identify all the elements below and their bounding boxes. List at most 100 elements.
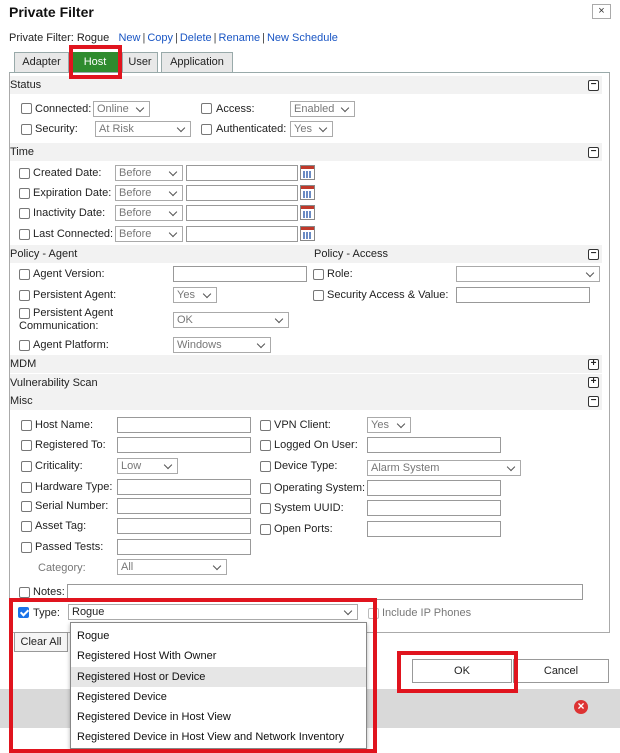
collapse-icon[interactable]: − <box>588 396 599 407</box>
device-type-label: Device Type: <box>274 460 338 472</box>
agent-communication-select[interactable]: OK <box>173 312 289 328</box>
agent-communication-label-2: Communication: <box>19 320 99 332</box>
created-date-input[interactable] <box>186 165 298 181</box>
role-checkbox[interactable] <box>313 269 324 280</box>
collapse-icon[interactable]: − <box>588 147 599 158</box>
open-ports-input[interactable] <box>367 521 501 537</box>
host-name-checkbox[interactable] <box>21 420 32 431</box>
inactivity-date-op[interactable]: Before <box>115 205 183 221</box>
created-date-checkbox[interactable] <box>19 168 30 179</box>
category-select[interactable]: All <box>117 559 227 575</box>
persistent-agent-checkbox[interactable] <box>19 290 30 301</box>
serial-number-input[interactable] <box>117 498 251 514</box>
created-date-op[interactable]: Before <box>115 165 183 181</box>
section-title: Misc <box>10 395 33 407</box>
inactivity-date-label: Inactivity Date: <box>33 207 106 219</box>
calendar-icon[interactable] <box>300 185 315 200</box>
collapse-icon[interactable]: − <box>588 80 599 91</box>
section-misc[interactable]: Misc <box>10 392 602 410</box>
asset-tag-input[interactable] <box>117 518 251 534</box>
authenticated-checkbox[interactable] <box>201 124 212 135</box>
section-vulnerability-scan[interactable]: Vulnerability Scan <box>10 374 602 392</box>
registered-to-checkbox[interactable] <box>21 440 32 451</box>
agent-version-checkbox[interactable] <box>19 269 30 280</box>
role-select[interactable] <box>456 266 600 282</box>
expiration-date-checkbox[interactable] <box>19 188 30 199</box>
connected-checkbox[interactable] <box>21 103 32 114</box>
vpn-client-label: VPN Client: <box>274 419 331 431</box>
operating-system-input[interactable] <box>367 480 501 496</box>
expiration-date-op[interactable]: Before <box>115 185 183 201</box>
connected-select[interactable]: Online <box>93 101 150 117</box>
section-time[interactable]: Time <box>10 143 602 161</box>
agent-version-input[interactable] <box>173 266 307 282</box>
security-select[interactable]: At Risk <box>95 121 191 137</box>
last-connected-op[interactable]: Before <box>115 226 183 242</box>
host-name-label: Host Name: <box>35 419 94 431</box>
close-icon[interactable]: × <box>592 4 611 19</box>
authenticated-select[interactable]: Yes <box>290 121 333 137</box>
vpn-client-checkbox[interactable] <box>260 420 271 431</box>
serial-number-checkbox[interactable] <box>21 501 32 512</box>
calendar-icon[interactable] <box>300 226 315 241</box>
highlight-box-host-tab <box>69 45 122 79</box>
open-ports-checkbox[interactable] <box>260 524 271 535</box>
logged-on-user-input[interactable] <box>367 437 501 453</box>
notes-checkbox[interactable] <box>19 587 30 598</box>
criticality-checkbox[interactable] <box>21 461 32 472</box>
operating-system-checkbox[interactable] <box>260 483 271 494</box>
calendar-icon[interactable] <box>300 205 315 220</box>
agent-platform-select[interactable]: Windows <box>173 337 271 353</box>
hardware-type-input[interactable] <box>117 479 251 495</box>
remove-icon[interactable]: × <box>574 700 588 714</box>
last-connected-checkbox[interactable] <box>19 229 30 240</box>
system-uuid-input[interactable] <box>367 500 501 516</box>
criticality-select[interactable]: Low <box>117 458 178 474</box>
tab-user[interactable]: User <box>122 52 158 72</box>
passed-tests-input[interactable] <box>117 539 251 555</box>
security-access-checkbox[interactable] <box>313 290 324 301</box>
new-link[interactable]: New <box>118 32 140 44</box>
registered-to-input[interactable] <box>117 437 251 453</box>
tab-application[interactable]: Application <box>161 52 233 72</box>
copy-link[interactable]: Copy <box>147 32 173 44</box>
collapse-icon[interactable]: − <box>588 249 599 260</box>
registered-to-label: Registered To: <box>35 439 106 451</box>
vpn-client-select[interactable]: Yes <box>367 417 411 433</box>
created-date-label: Created Date: <box>33 167 102 179</box>
agent-platform-checkbox[interactable] <box>19 340 30 351</box>
host-name-input[interactable] <box>117 417 251 433</box>
delete-link[interactable]: Delete <box>180 32 212 44</box>
expiration-date-input[interactable] <box>186 185 298 201</box>
calendar-icon[interactable] <box>300 165 315 180</box>
expiration-date-label: Expiration Date: <box>33 187 112 199</box>
section-policy-agent[interactable]: Policy - Agent <box>10 245 602 263</box>
cancel-button[interactable]: Cancel <box>513 659 609 683</box>
expand-icon[interactable]: + <box>588 377 599 388</box>
security-checkbox[interactable] <box>21 124 32 135</box>
device-type-select[interactable]: Alarm System <box>367 460 521 476</box>
inactivity-date-input[interactable] <box>186 205 298 221</box>
security-access-input[interactable] <box>456 287 590 303</box>
last-connected-input[interactable] <box>186 226 298 242</box>
device-type-checkbox[interactable] <box>260 461 271 472</box>
access-checkbox[interactable] <box>201 103 212 114</box>
tab-adapter[interactable]: Adapter <box>14 52 69 72</box>
passed-tests-checkbox[interactable] <box>21 542 32 553</box>
system-uuid-checkbox[interactable] <box>260 503 271 514</box>
rename-link[interactable]: Rename <box>219 32 261 44</box>
access-select[interactable]: Enabled <box>290 101 355 117</box>
section-mdm[interactable]: MDM <box>10 355 602 373</box>
asset-tag-checkbox[interactable] <box>21 521 32 532</box>
inactivity-date-checkbox[interactable] <box>19 208 30 219</box>
section-policy-access[interactable]: Policy - Access <box>314 248 388 260</box>
agent-communication-checkbox[interactable] <box>19 308 30 319</box>
persistent-agent-select[interactable]: Yes <box>173 287 217 303</box>
section-title: MDM <box>10 358 37 370</box>
hardware-type-checkbox[interactable] <box>21 482 32 493</box>
new-schedule-link[interactable]: New Schedule <box>267 32 338 44</box>
logged-on-user-checkbox[interactable] <box>260 440 271 451</box>
agent-communication-label-1: Persistent Agent <box>33 307 114 319</box>
expand-icon[interactable]: + <box>588 359 599 370</box>
authenticated-label: Authenticated: <box>216 123 287 135</box>
